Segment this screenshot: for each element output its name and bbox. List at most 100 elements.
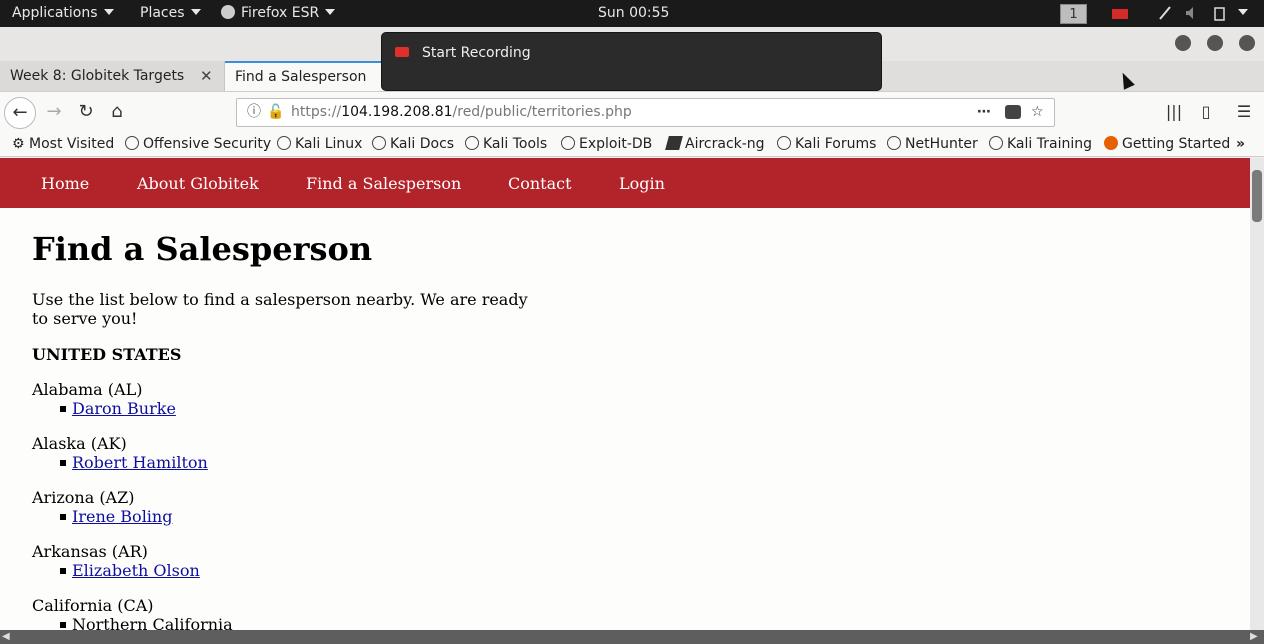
record-icon xyxy=(395,47,409,57)
intro-text: Use the list below to find a salesperson… xyxy=(32,290,528,328)
maximize-icon[interactable] xyxy=(1207,35,1223,51)
tab-find-salesperson[interactable]: Find a Salesperson xyxy=(225,61,385,91)
chevron-down-icon xyxy=(190,9,201,15)
bookmark-star-icon[interactable]: ☆ xyxy=(1031,99,1044,126)
region-label: Northern California xyxy=(72,615,233,630)
gear-icon: ⚙ xyxy=(12,136,25,152)
list-bullet xyxy=(60,406,66,412)
bookmark-exploit-db[interactable]: Exploit-DB xyxy=(561,132,652,156)
salesperson-item: Elizabeth Olson xyxy=(72,561,200,580)
globe-icon xyxy=(372,136,386,150)
globe-icon xyxy=(989,136,1003,150)
system-menu-chevron-icon[interactable] xyxy=(1232,0,1248,27)
back-button[interactable]: ← xyxy=(4,97,36,129)
bookmark-most-visited[interactable]: ⚙ Most Visited xyxy=(12,132,114,156)
globe-icon xyxy=(777,136,791,150)
tab-label: Week 8: Globitek Targets xyxy=(10,68,185,84)
salesperson-link[interactable]: Elizabeth Olson xyxy=(72,561,200,580)
battery-icon[interactable] xyxy=(1212,5,1228,21)
close-tab-icon[interactable]: ✕ xyxy=(200,67,213,85)
more-actions-icon[interactable]: ⋯ xyxy=(977,99,991,126)
bookmark-offensive-security[interactable]: Offensive Security xyxy=(125,132,271,156)
places-label: Places xyxy=(140,5,185,21)
site-nav: Home About Globitek Find a Salesperson C… xyxy=(0,158,1250,208)
salesperson-item: Daron Burke xyxy=(72,399,176,418)
sidebar-icon[interactable]: ▯ xyxy=(1196,100,1216,124)
places-menu[interactable]: Places xyxy=(140,0,201,27)
nav-about-link[interactable]: About Globitek xyxy=(137,158,259,210)
home-button[interactable]: ⌂ xyxy=(105,100,129,124)
nav-contact-link[interactable]: Contact xyxy=(508,158,572,210)
horizontal-scrollbar[interactable]: ◀ ▶ xyxy=(0,630,1264,644)
bookmarks-overflow-icon[interactable]: » xyxy=(1236,132,1245,156)
state-arizona: Arizona (AZ) xyxy=(32,488,135,507)
globe-icon xyxy=(277,136,291,150)
url-bar[interactable]: ⓘ 🔓 https://104.198.208.81/red/public/te… xyxy=(236,98,1055,127)
firefox-icon xyxy=(1104,136,1118,150)
notification-popup[interactable]: Start Recording xyxy=(381,32,882,91)
salesperson-link[interactable]: Daron Burke xyxy=(72,399,176,418)
firefox-icon xyxy=(221,5,235,19)
list-bullet xyxy=(60,514,66,520)
scroll-right-icon[interactable]: ▶ xyxy=(1250,630,1258,644)
browser-label: Firefox ESR xyxy=(241,5,320,21)
lock-warning-icon[interactable]: 🔓 xyxy=(267,99,284,126)
globe-icon xyxy=(887,136,901,150)
state-alaska: Alaska (AK) xyxy=(32,434,127,453)
nav-find-salesperson-link[interactable]: Find a Salesperson xyxy=(306,158,461,210)
bookmark-kali-linux[interactable]: Kali Linux xyxy=(277,132,362,156)
clock[interactable]: Sun 00:55 xyxy=(598,0,669,27)
bookmark-kali-forums[interactable]: Kali Forums xyxy=(777,132,876,156)
list-bullet xyxy=(60,568,66,574)
chevron-down-icon xyxy=(103,9,114,15)
bookmark-aircrack-ng[interactable]: Aircrack-ng xyxy=(665,132,765,156)
recording-icon[interactable] xyxy=(1112,9,1128,19)
applications-label: Applications xyxy=(12,5,98,21)
bookmark-kali-docs[interactable]: Kali Docs xyxy=(372,132,454,156)
salesperson-link[interactable]: Irene Boling xyxy=(72,507,172,526)
country-heading: UNITED STATES xyxy=(32,345,182,364)
scroll-left-icon[interactable]: ◀ xyxy=(2,630,10,644)
state-arkansas: Arkansas (AR) xyxy=(32,542,148,561)
top-panel: Applications Places Firefox ESR Sun 00:5… xyxy=(0,0,1264,27)
library-icon[interactable]: ||| xyxy=(1164,100,1184,124)
reload-button[interactable]: ↻ xyxy=(74,100,98,124)
salesperson-item: Irene Boling xyxy=(72,507,172,526)
url-text: https://104.198.208.81/red/public/territ… xyxy=(291,104,632,120)
salesperson-link[interactable]: Robert Hamilton xyxy=(72,453,208,472)
list-bullet xyxy=(60,622,66,628)
state-alabama: Alabama (AL) xyxy=(32,380,143,399)
volume-icon[interactable] xyxy=(1184,5,1200,21)
notification-text: Start Recording xyxy=(422,45,531,61)
list-bullet xyxy=(60,460,66,466)
applications-menu[interactable]: Applications xyxy=(12,0,114,27)
nav-home-link[interactable]: Home xyxy=(41,158,89,210)
firefox-menu[interactable]: Firefox ESR xyxy=(221,0,336,27)
tab-week8[interactable]: Week 8: Globitek Targets xyxy=(0,61,225,91)
menu-icon[interactable]: ☰ xyxy=(1234,100,1254,124)
bookmark-getting-started[interactable]: Getting Started xyxy=(1104,132,1230,156)
vertical-scrollbar[interactable] xyxy=(1250,158,1264,630)
tab-label: Find a Salesperson xyxy=(235,69,367,85)
page-title: Find a Salesperson xyxy=(32,230,373,268)
chevron-down-icon xyxy=(325,9,336,15)
web-page: Home About Globitek Find a Salesperson C… xyxy=(0,158,1250,630)
bookmarks-bar: ⚙ Most Visited Offensive Security Kali L… xyxy=(0,132,1264,157)
state-california: California (CA) xyxy=(32,596,154,615)
pen-icon[interactable] xyxy=(1158,5,1172,21)
close-window-icon[interactable] xyxy=(1239,35,1255,51)
nav-login-link[interactable]: Login xyxy=(619,158,665,210)
info-icon[interactable]: ⓘ xyxy=(247,99,261,126)
vertical-scrollbar-thumb[interactable] xyxy=(1252,170,1262,222)
salesperson-item: Robert Hamilton xyxy=(72,453,208,472)
globe-icon xyxy=(465,136,479,150)
forward-button[interactable]: → xyxy=(42,100,66,124)
pocket-icon[interactable] xyxy=(1005,105,1021,119)
minimize-icon[interactable] xyxy=(1175,35,1191,51)
globe-icon xyxy=(561,136,575,150)
bookmark-kali-tools[interactable]: Kali Tools xyxy=(465,132,547,156)
bookmark-nethunter[interactable]: NetHunter xyxy=(887,132,978,156)
aircrack-icon xyxy=(665,136,683,150)
bookmark-kali-training[interactable]: Kali Training xyxy=(989,132,1092,156)
workspace-indicator[interactable]: 1 xyxy=(1060,4,1087,24)
